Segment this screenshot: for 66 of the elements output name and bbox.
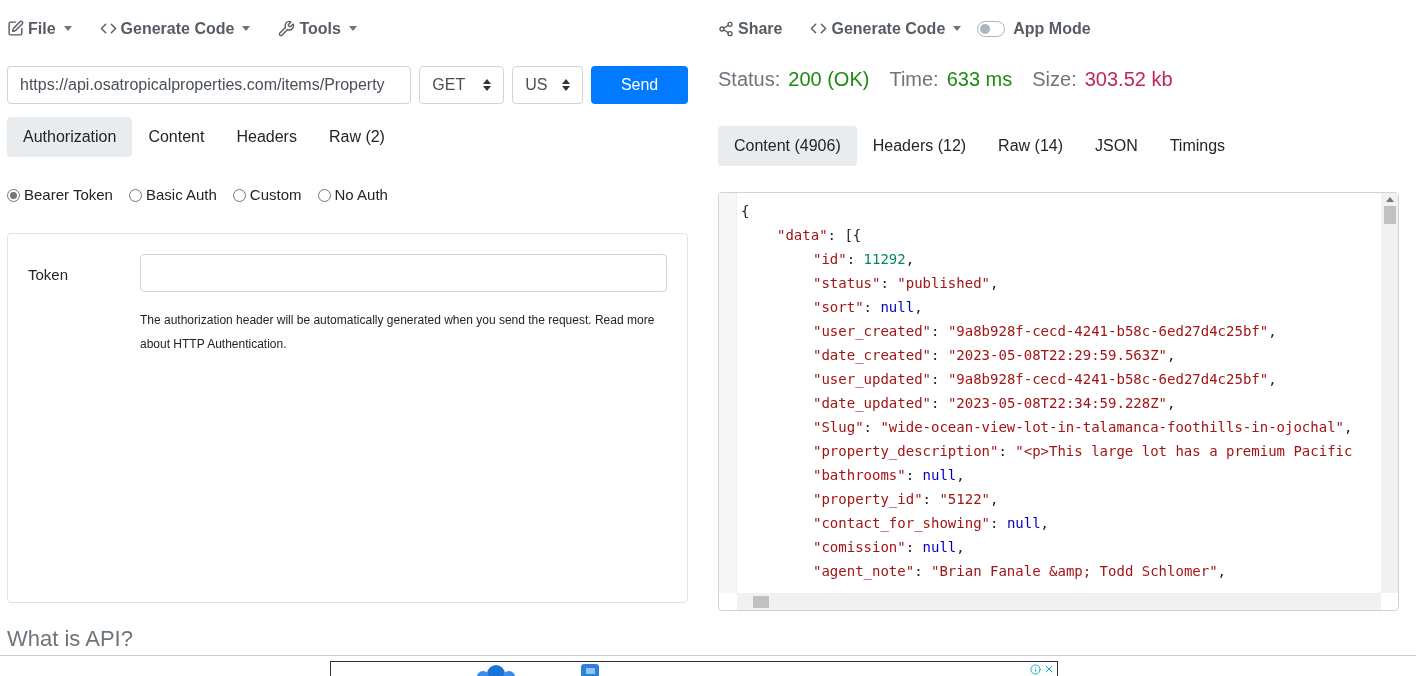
help-text: The authorization header will be automatically generated when you send the request. Read more about HTTP Authentication. <box>140 312 656 353</box>
code-line: "data": [{ <box>777 226 863 245</box>
horizontal-scrollbar[interactable] <box>737 593 1381 610</box>
code-line: "contact_for_showing": null, <box>813 514 1051 534</box>
info-icon[interactable] <box>1030 664 1041 675</box>
select-arrows-icon <box>483 79 492 91</box>
method-select[interactable]: GET <box>419 66 505 104</box>
menu-dropdown[interactable]: Tools <box>278 16 357 41</box>
scrollbar-thumb[interactable] <box>1383 206 1396 224</box>
code-line: "agent_note": "Brian Fanale &amp; Todd Schlomer", <box>813 562 1228 582</box>
ad-banner[interactable] <box>330 661 1058 676</box>
code-line: "user_updated": "9a8b928f-cecd-4241-b58c-6ed27d4c25bf", <box>813 370 1278 390</box>
stat-value: 303.52 kb <box>1084 67 1173 92</box>
code-line: "property_id": "5122", <box>813 490 1000 510</box>
stat-label: Size: <box>1032 67 1077 92</box>
app-mode-toggle[interactable]: App Mode <box>977 16 1091 41</box>
section-heading: What is API? <box>7 625 134 653</box>
stat-value: 633 ms <box>946 67 1013 92</box>
response-tab[interactable]: Raw (14) <box>982 126 1079 166</box>
scrollbar-thumb[interactable] <box>753 595 769 608</box>
scroll-up-icon[interactable] <box>1385 197 1394 202</box>
code-line: "user_created": "9a8b928f-cecd-4241-b58c-6ed27d4c25bf", <box>813 322 1278 342</box>
caret-icon <box>242 26 251 31</box>
menu-dropdown[interactable]: File <box>7 16 72 41</box>
response-tab[interactable]: JSON <box>1079 126 1154 166</box>
response-tab[interactable]: Headers (12) <box>856 126 983 166</box>
vertical-scrollbar[interactable] <box>1381 193 1398 593</box>
region-select[interactable]: US <box>512 66 584 104</box>
code-line: "Slug": "wide-ocean-view-lot-in-talamanca-foothills-in-ojochal", <box>813 418 1354 437</box>
caret-icon <box>953 26 962 31</box>
code-line: "bathrooms": null, <box>813 466 966 485</box>
code-line: "property_description": "<p>This large lot has a premium Pacific <box>813 442 1354 462</box>
wrench-icon <box>278 20 296 37</box>
token-field[interactable] <box>140 254 667 292</box>
response-tab[interactable]: Content (4906) <box>718 126 857 166</box>
share-icon <box>718 20 734 37</box>
code-line: "date_created": "2023-05-08T22:29:59.563Z", <box>813 346 1177 366</box>
url-field[interactable]: https://api.osatropicalproperties.com/items/Property <box>7 66 412 104</box>
stat-label: Status: <box>718 67 781 92</box>
edit-icon <box>7 20 24 37</box>
code-line: "sort": null, <box>813 298 924 317</box>
code-line: "comission": null, <box>813 538 966 557</box>
code-line: { <box>741 202 751 221</box>
menu-dropdown[interactable]: Generate Code <box>99 16 251 41</box>
caret-icon <box>348 26 357 31</box>
request-tab[interactable]: Headers <box>220 117 313 157</box>
code-line: "date_updated": "2023-05-08T22:34:59.228Z", <box>813 394 1177 414</box>
generate-code-dropdown[interactable]: Generate Code <box>810 16 962 41</box>
token-label: Token <box>28 265 70 285</box>
code-line: "status": "published", <box>813 274 1000 293</box>
response-tab[interactable]: Timings <box>1153 126 1242 166</box>
auth-radio[interactable]: Custom <box>232 183 302 207</box>
request-tab[interactable]: Authorization <box>7 117 133 157</box>
select-arrows-icon <box>562 79 571 91</box>
request-tab[interactable]: Content <box>132 117 221 157</box>
stat-value: 200 (OK) <box>788 67 870 92</box>
stat-label: Time: <box>889 67 939 92</box>
close-icon[interactable] <box>1043 663 1055 675</box>
share-button[interactable]: Share <box>718 16 783 41</box>
request-tab[interactable]: Raw (2) <box>312 117 401 157</box>
auth-radio[interactable]: Bearer Token <box>7 183 113 207</box>
auth-radio[interactable]: No Auth <box>317 183 388 207</box>
caret-icon <box>63 26 72 31</box>
code-line: "id": 11292, <box>813 250 916 269</box>
send-button[interactable]: Send <box>591 66 688 104</box>
auth-radio[interactable]: Basic Auth <box>128 183 217 207</box>
